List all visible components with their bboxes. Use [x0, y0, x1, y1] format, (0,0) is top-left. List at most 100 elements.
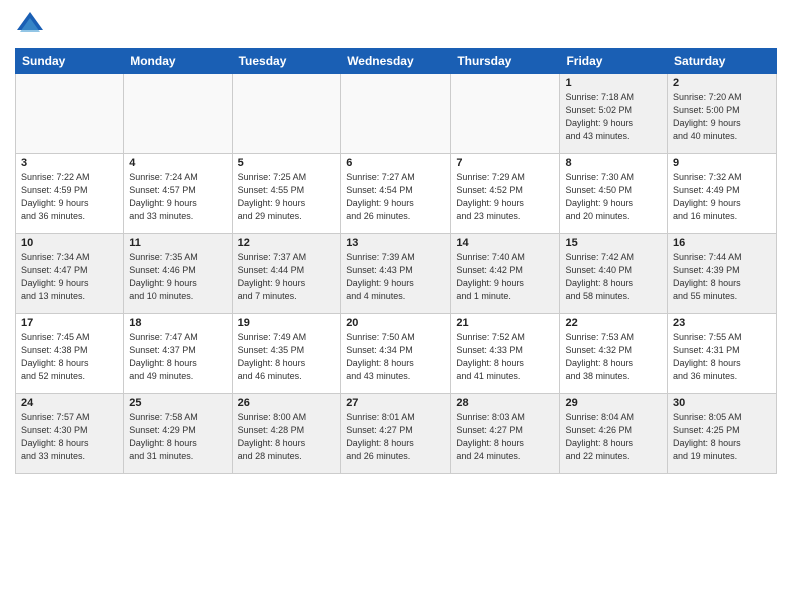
day-number: 21: [456, 317, 554, 329]
day-number: 29: [565, 397, 662, 409]
day-cell: 23 Sunrise: 7:55 AM Sunset: 4:31 PM Dayli…: [668, 314, 777, 394]
day-number: 24: [21, 397, 118, 409]
day-info: Sunrise: 7:49 AM Sunset: 4:35 PM Dayligh…: [238, 331, 336, 383]
day-cell: 17 Sunrise: 7:45 AM Sunset: 4:38 PM Dayli…: [16, 314, 124, 394]
day-cell: 10 Sunrise: 7:34 AM Sunset: 4:47 PM Dayli…: [16, 234, 124, 314]
weekday-header-row: SundayMondayTuesdayWednesdayThursdayFrid…: [16, 49, 777, 74]
day-info: Sunrise: 7:44 AM Sunset: 4:39 PM Dayligh…: [673, 251, 771, 303]
day-cell: 30Sunrise: 8:05 AM Sunset: 4:25 PM Dayli…: [668, 394, 777, 474]
logo: [15, 10, 47, 40]
day-number: 19: [238, 317, 336, 329]
day-number: 25: [129, 397, 226, 409]
day-number: 15: [565, 237, 662, 249]
day-number: 14: [456, 237, 554, 249]
day-number: 30: [673, 397, 771, 409]
day-cell: 7 Sunrise: 7:29 AM Sunset: 4:52 PM Daylig…: [451, 154, 560, 234]
day-cell: 22 Sunrise: 7:53 AM Sunset: 4:32 PM Dayli…: [560, 314, 668, 394]
day-number: 6: [346, 157, 445, 169]
day-cell: 13Sunrise: 7:39 AM Sunset: 4:43 PM Dayli…: [341, 234, 451, 314]
day-cell: 20Sunrise: 7:50 AM Sunset: 4:34 PM Dayli…: [341, 314, 451, 394]
weekday-header-thursday: Thursday: [451, 49, 560, 74]
week-row-2: 3 Sunrise: 7:22 AM Sunset: 4:59 PM Daylig…: [16, 154, 777, 234]
day-number: 8: [565, 157, 662, 169]
day-cell: [341, 74, 451, 154]
day-info: Sunrise: 7:35 AM Sunset: 4:46 PM Dayligh…: [129, 251, 226, 303]
day-info: Sunrise: 8:03 AM Sunset: 4:27 PM Dayligh…: [456, 411, 554, 463]
day-cell: [451, 74, 560, 154]
weekday-header-tuesday: Tuesday: [232, 49, 341, 74]
week-row-1: 1 Sunrise: 7:18 AM Sunset: 5:02 PM Daylig…: [16, 74, 777, 154]
day-number: 1: [565, 77, 662, 89]
day-number: 13: [346, 237, 445, 249]
day-cell: 9 Sunrise: 7:32 AM Sunset: 4:49 PM Daylig…: [668, 154, 777, 234]
day-info: Sunrise: 7:42 AM Sunset: 4:40 PM Dayligh…: [565, 251, 662, 303]
day-cell: 14 Sunrise: 7:40 AM Sunset: 4:42 PM Dayli…: [451, 234, 560, 314]
day-cell: 2 Sunrise: 7:20 AM Sunset: 5:00 PM Daylig…: [668, 74, 777, 154]
day-cell: 8Sunrise: 7:30 AM Sunset: 4:50 PM Daylig…: [560, 154, 668, 234]
weekday-header-monday: Monday: [124, 49, 232, 74]
header: [15, 10, 777, 40]
day-info: Sunrise: 7:57 AM Sunset: 4:30 PM Dayligh…: [21, 411, 118, 463]
day-number: 7: [456, 157, 554, 169]
day-cell: 26Sunrise: 8:00 AM Sunset: 4:28 PM Dayli…: [232, 394, 341, 474]
day-info: Sunrise: 7:53 AM Sunset: 4:32 PM Dayligh…: [565, 331, 662, 383]
day-number: 20: [346, 317, 445, 329]
day-cell: 27 Sunrise: 8:01 AM Sunset: 4:27 PM Dayli…: [341, 394, 451, 474]
day-number: 28: [456, 397, 554, 409]
day-number: 9: [673, 157, 771, 169]
day-number: 5: [238, 157, 336, 169]
day-info: Sunrise: 7:24 AM Sunset: 4:57 PM Dayligh…: [129, 171, 226, 223]
day-info: Sunrise: 7:55 AM Sunset: 4:31 PM Dayligh…: [673, 331, 771, 383]
week-row-5: 24 Sunrise: 7:57 AM Sunset: 4:30 PM Dayli…: [16, 394, 777, 474]
day-number: 2: [673, 77, 771, 89]
day-info: Sunrise: 7:52 AM Sunset: 4:33 PM Dayligh…: [456, 331, 554, 383]
day-number: 10: [21, 237, 118, 249]
day-number: 16: [673, 237, 771, 249]
day-cell: 3 Sunrise: 7:22 AM Sunset: 4:59 PM Daylig…: [16, 154, 124, 234]
logo-icon: [15, 10, 45, 40]
day-cell: 16 Sunrise: 7:44 AM Sunset: 4:39 PM Dayli…: [668, 234, 777, 314]
day-cell: 1 Sunrise: 7:18 AM Sunset: 5:02 PM Daylig…: [560, 74, 668, 154]
day-info: Sunrise: 7:29 AM Sunset: 4:52 PM Dayligh…: [456, 171, 554, 223]
day-info: Sunrise: 8:01 AM Sunset: 4:27 PM Dayligh…: [346, 411, 445, 463]
day-number: 27: [346, 397, 445, 409]
day-cell: 6Sunrise: 7:27 AM Sunset: 4:54 PM Daylig…: [341, 154, 451, 234]
day-cell: 19 Sunrise: 7:49 AM Sunset: 4:35 PM Dayli…: [232, 314, 341, 394]
day-cell: 15 Sunrise: 7:42 AM Sunset: 4:40 PM Dayli…: [560, 234, 668, 314]
weekday-header-saturday: Saturday: [668, 49, 777, 74]
day-number: 3: [21, 157, 118, 169]
day-info: Sunrise: 7:20 AM Sunset: 5:00 PM Dayligh…: [673, 91, 771, 143]
day-info: Sunrise: 7:22 AM Sunset: 4:59 PM Dayligh…: [21, 171, 118, 223]
week-row-4: 17 Sunrise: 7:45 AM Sunset: 4:38 PM Dayli…: [16, 314, 777, 394]
weekday-header-wednesday: Wednesday: [341, 49, 451, 74]
day-info: Sunrise: 8:00 AM Sunset: 4:28 PM Dayligh…: [238, 411, 336, 463]
day-info: Sunrise: 7:25 AM Sunset: 4:55 PM Dayligh…: [238, 171, 336, 223]
day-number: 22: [565, 317, 662, 329]
day-cell: 29Sunrise: 8:04 AM Sunset: 4:26 PM Dayli…: [560, 394, 668, 474]
week-row-3: 10 Sunrise: 7:34 AM Sunset: 4:47 PM Dayli…: [16, 234, 777, 314]
day-number: 18: [129, 317, 226, 329]
day-info: Sunrise: 7:32 AM Sunset: 4:49 PM Dayligh…: [673, 171, 771, 223]
day-info: Sunrise: 7:34 AM Sunset: 4:47 PM Dayligh…: [21, 251, 118, 303]
day-info: Sunrise: 7:45 AM Sunset: 4:38 PM Dayligh…: [21, 331, 118, 383]
day-cell: 28 Sunrise: 8:03 AM Sunset: 4:27 PM Dayli…: [451, 394, 560, 474]
day-info: Sunrise: 7:40 AM Sunset: 4:42 PM Dayligh…: [456, 251, 554, 303]
day-cell: 21 Sunrise: 7:52 AM Sunset: 4:33 PM Dayli…: [451, 314, 560, 394]
day-cell: 11Sunrise: 7:35 AM Sunset: 4:46 PM Dayli…: [124, 234, 232, 314]
day-cell: 25 Sunrise: 7:58 AM Sunset: 4:29 PM Dayli…: [124, 394, 232, 474]
day-cell: [16, 74, 124, 154]
day-cell: 4 Sunrise: 7:24 AM Sunset: 4:57 PM Daylig…: [124, 154, 232, 234]
day-cell: [124, 74, 232, 154]
page: SundayMondayTuesdayWednesdayThursdayFrid…: [0, 0, 792, 612]
day-cell: 12Sunrise: 7:37 AM Sunset: 4:44 PM Dayli…: [232, 234, 341, 314]
weekday-header-sunday: Sunday: [16, 49, 124, 74]
day-number: 23: [673, 317, 771, 329]
day-number: 4: [129, 157, 226, 169]
day-cell: [232, 74, 341, 154]
day-cell: 5 Sunrise: 7:25 AM Sunset: 4:55 PM Daylig…: [232, 154, 341, 234]
day-info: Sunrise: 7:37 AM Sunset: 4:44 PM Dayligh…: [238, 251, 336, 303]
day-info: Sunrise: 7:58 AM Sunset: 4:29 PM Dayligh…: [129, 411, 226, 463]
day-info: Sunrise: 7:18 AM Sunset: 5:02 PM Dayligh…: [565, 91, 662, 143]
day-number: 17: [21, 317, 118, 329]
day-info: Sunrise: 7:47 AM Sunset: 4:37 PM Dayligh…: [129, 331, 226, 383]
